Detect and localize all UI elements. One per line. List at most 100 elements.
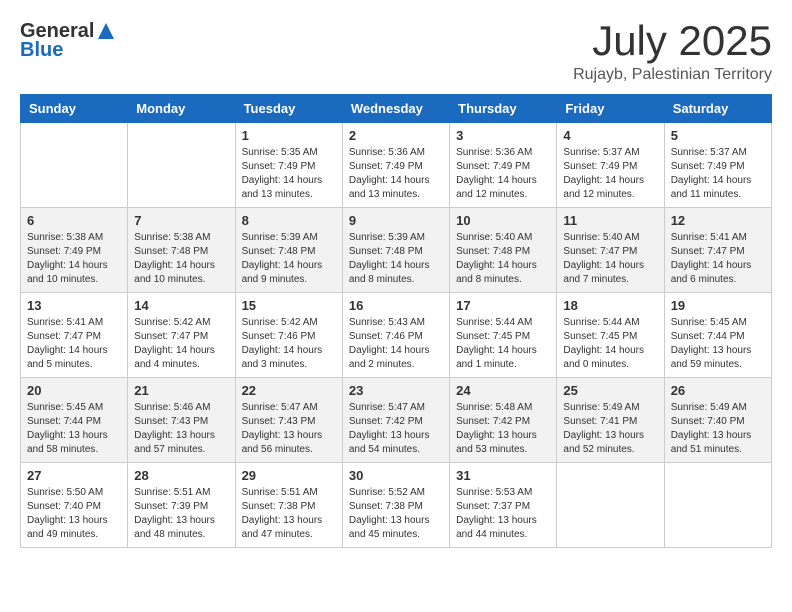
calendar-cell	[557, 463, 664, 548]
calendar-cell: 20 Sunrise: 5:45 AM Sunset: 7:44 PM Dayli…	[21, 378, 128, 463]
calendar-cell: 26 Sunrise: 5:49 AM Sunset: 7:40 PM Dayli…	[664, 378, 771, 463]
day-detail: Sunrise: 5:42 AM Sunset: 7:47 PM Dayligh…	[134, 316, 228, 372]
day-number: 24	[456, 383, 550, 398]
day-detail: Sunrise: 5:39 AM Sunset: 7:48 PM Dayligh…	[349, 231, 443, 287]
day-number: 11	[563, 213, 657, 228]
day-number: 10	[456, 213, 550, 228]
calendar-cell: 31Sunrise: 5:53 AM Sunset: 7:37 PM Dayli…	[450, 463, 557, 548]
calendar-cell: 8Sunrise: 5:39 AM Sunset: 7:48 PM Daylig…	[235, 208, 342, 293]
calendar-cell: 5Sunrise: 5:37 AM Sunset: 7:49 PM Daylig…	[664, 123, 771, 208]
day-detail: Sunrise: 5:51 AM Sunset: 7:39 PM Dayligh…	[134, 486, 228, 542]
calendar-cell: 22 Sunrise: 5:47 AM Sunset: 7:43 PM Dayli…	[235, 378, 342, 463]
day-number: 13	[27, 298, 121, 313]
day-detail: Sunrise: 5:42 AM Sunset: 7:46 PM Dayligh…	[242, 316, 336, 372]
calendar-cell	[21, 123, 128, 208]
logo: General Blue	[20, 20, 116, 62]
calendar-week-row: 13 Sunrise: 5:41 AM Sunset: 7:47 PM Dayli…	[21, 293, 772, 378]
logo-icon	[96, 21, 116, 41]
day-number: 19	[671, 298, 765, 313]
day-detail: Sunrise: 5:45 AM Sunset: 7:44 PM Dayligh…	[27, 401, 121, 457]
day-detail: Sunrise: 5:46 AM Sunset: 7:43 PM Dayligh…	[134, 401, 228, 457]
day-number: 9	[349, 213, 443, 228]
calendar-cell: 13 Sunrise: 5:41 AM Sunset: 7:47 PM Dayli…	[21, 293, 128, 378]
day-detail: Sunrise: 5:37 AM Sunset: 7:49 PM Dayligh…	[671, 146, 765, 202]
day-detail: Sunrise: 5:49 AM Sunset: 7:40 PM Dayligh…	[671, 401, 765, 457]
calendar-cell: 4 Sunrise: 5:37 AM Sunset: 7:49 PM Daylig…	[557, 123, 664, 208]
day-detail: Sunrise: 5:40 AM Sunset: 7:48 PM Dayligh…	[456, 231, 550, 287]
calendar-cell: 12 Sunrise: 5:41 AM Sunset: 7:47 PM Dayli…	[664, 208, 771, 293]
day-detail: Sunrise: 5:38 AM Sunset: 7:48 PM Dayligh…	[134, 231, 228, 287]
day-number: 7	[134, 213, 228, 228]
day-detail: Sunrise: 5:47 AM Sunset: 7:43 PM Dayligh…	[242, 401, 336, 457]
day-detail: Sunrise: 5:36 AM Sunset: 7:49 PM Dayligh…	[349, 146, 443, 202]
calendar-cell: 2Sunrise: 5:36 AM Sunset: 7:49 PM Daylig…	[342, 123, 449, 208]
calendar-cell: 24 Sunrise: 5:48 AM Sunset: 7:42 PM Dayli…	[450, 378, 557, 463]
day-number: 26	[671, 383, 765, 398]
day-detail: Sunrise: 5:41 AM Sunset: 7:47 PM Dayligh…	[27, 316, 121, 372]
day-number: 20	[27, 383, 121, 398]
day-number: 17	[456, 298, 550, 313]
day-number: 1	[242, 128, 336, 143]
calendar-cell: 3 Sunrise: 5:36 AM Sunset: 7:49 PM Daylig…	[450, 123, 557, 208]
calendar-cell: 7 Sunrise: 5:38 AM Sunset: 7:48 PM Daylig…	[128, 208, 235, 293]
day-number: 14	[134, 298, 228, 313]
calendar-cell: 9 Sunrise: 5:39 AM Sunset: 7:48 PM Daylig…	[342, 208, 449, 293]
calendar-cell: 14 Sunrise: 5:42 AM Sunset: 7:47 PM Dayli…	[128, 293, 235, 378]
calendar-week-row: 20 Sunrise: 5:45 AM Sunset: 7:44 PM Dayli…	[21, 378, 772, 463]
calendar-week-row: 27 Sunrise: 5:50 AM Sunset: 7:40 PM Dayli…	[21, 463, 772, 548]
day-number: 18	[563, 298, 657, 313]
location-subtitle: Rujayb, Palestinian Territory	[573, 66, 772, 84]
day-detail: Sunrise: 5:50 AM Sunset: 7:40 PM Dayligh…	[27, 486, 121, 542]
day-number: 16	[349, 298, 443, 313]
day-detail: Sunrise: 5:40 AM Sunset: 7:47 PM Dayligh…	[563, 231, 657, 287]
day-detail: Sunrise: 5:48 AM Sunset: 7:42 PM Dayligh…	[456, 401, 550, 457]
calendar-header-row: Sunday Monday Tuesday Wednesday Thursday…	[21, 95, 772, 123]
day-number: 22	[242, 383, 336, 398]
day-number: 12	[671, 213, 765, 228]
calendar-cell: 29Sunrise: 5:51 AM Sunset: 7:38 PM Dayli…	[235, 463, 342, 548]
col-sunday: Sunday	[21, 95, 128, 123]
day-number: 27	[27, 468, 121, 483]
day-number: 8	[242, 213, 336, 228]
col-thursday: Thursday	[450, 95, 557, 123]
day-detail: Sunrise: 5:49 AM Sunset: 7:41 PM Dayligh…	[563, 401, 657, 457]
calendar-cell: 11 Sunrise: 5:40 AM Sunset: 7:47 PM Dayli…	[557, 208, 664, 293]
calendar-cell: 21 Sunrise: 5:46 AM Sunset: 7:43 PM Dayli…	[128, 378, 235, 463]
calendar-cell: 17 Sunrise: 5:44 AM Sunset: 7:45 PM Dayli…	[450, 293, 557, 378]
day-detail: Sunrise: 5:36 AM Sunset: 7:49 PM Dayligh…	[456, 146, 550, 202]
calendar-cell: 15Sunrise: 5:42 AM Sunset: 7:46 PM Dayli…	[235, 293, 342, 378]
day-detail: Sunrise: 5:44 AM Sunset: 7:45 PM Dayligh…	[563, 316, 657, 372]
logo-blue-text: Blue	[20, 39, 63, 62]
col-monday: Monday	[128, 95, 235, 123]
month-title: July 2025	[573, 20, 772, 62]
col-wednesday: Wednesday	[342, 95, 449, 123]
calendar-table: Sunday Monday Tuesday Wednesday Thursday…	[20, 94, 772, 548]
day-detail: Sunrise: 5:45 AM Sunset: 7:44 PM Dayligh…	[671, 316, 765, 372]
day-number: 28	[134, 468, 228, 483]
calendar-cell	[128, 123, 235, 208]
day-number: 31	[456, 468, 550, 483]
calendar-cell: 25 Sunrise: 5:49 AM Sunset: 7:41 PM Dayli…	[557, 378, 664, 463]
title-area: July 2025 Rujayb, Palestinian Territory	[573, 20, 772, 84]
col-saturday: Saturday	[664, 95, 771, 123]
day-number: 3	[456, 128, 550, 143]
calendar-week-row: 6 Sunrise: 5:38 AM Sunset: 7:49 PM Daylig…	[21, 208, 772, 293]
day-detail: Sunrise: 5:44 AM Sunset: 7:45 PM Dayligh…	[456, 316, 550, 372]
calendar-week-row: 1 Sunrise: 5:35 AM Sunset: 7:49 PM Daylig…	[21, 123, 772, 208]
day-detail: Sunrise: 5:38 AM Sunset: 7:49 PM Dayligh…	[27, 231, 121, 287]
day-number: 6	[27, 213, 121, 228]
day-detail: Sunrise: 5:37 AM Sunset: 7:49 PM Dayligh…	[563, 146, 657, 202]
col-friday: Friday	[557, 95, 664, 123]
day-detail: Sunrise: 5:35 AM Sunset: 7:49 PM Dayligh…	[242, 146, 336, 202]
calendar-cell: 30Sunrise: 5:52 AM Sunset: 7:38 PM Dayli…	[342, 463, 449, 548]
day-number: 21	[134, 383, 228, 398]
day-number: 29	[242, 468, 336, 483]
col-tuesday: Tuesday	[235, 95, 342, 123]
calendar-cell: 16Sunrise: 5:43 AM Sunset: 7:46 PM Dayli…	[342, 293, 449, 378]
day-number: 4	[563, 128, 657, 143]
day-detail: Sunrise: 5:52 AM Sunset: 7:38 PM Dayligh…	[349, 486, 443, 542]
calendar-cell	[664, 463, 771, 548]
day-detail: Sunrise: 5:41 AM Sunset: 7:47 PM Dayligh…	[671, 231, 765, 287]
calendar-cell: 6 Sunrise: 5:38 AM Sunset: 7:49 PM Daylig…	[21, 208, 128, 293]
day-number: 25	[563, 383, 657, 398]
